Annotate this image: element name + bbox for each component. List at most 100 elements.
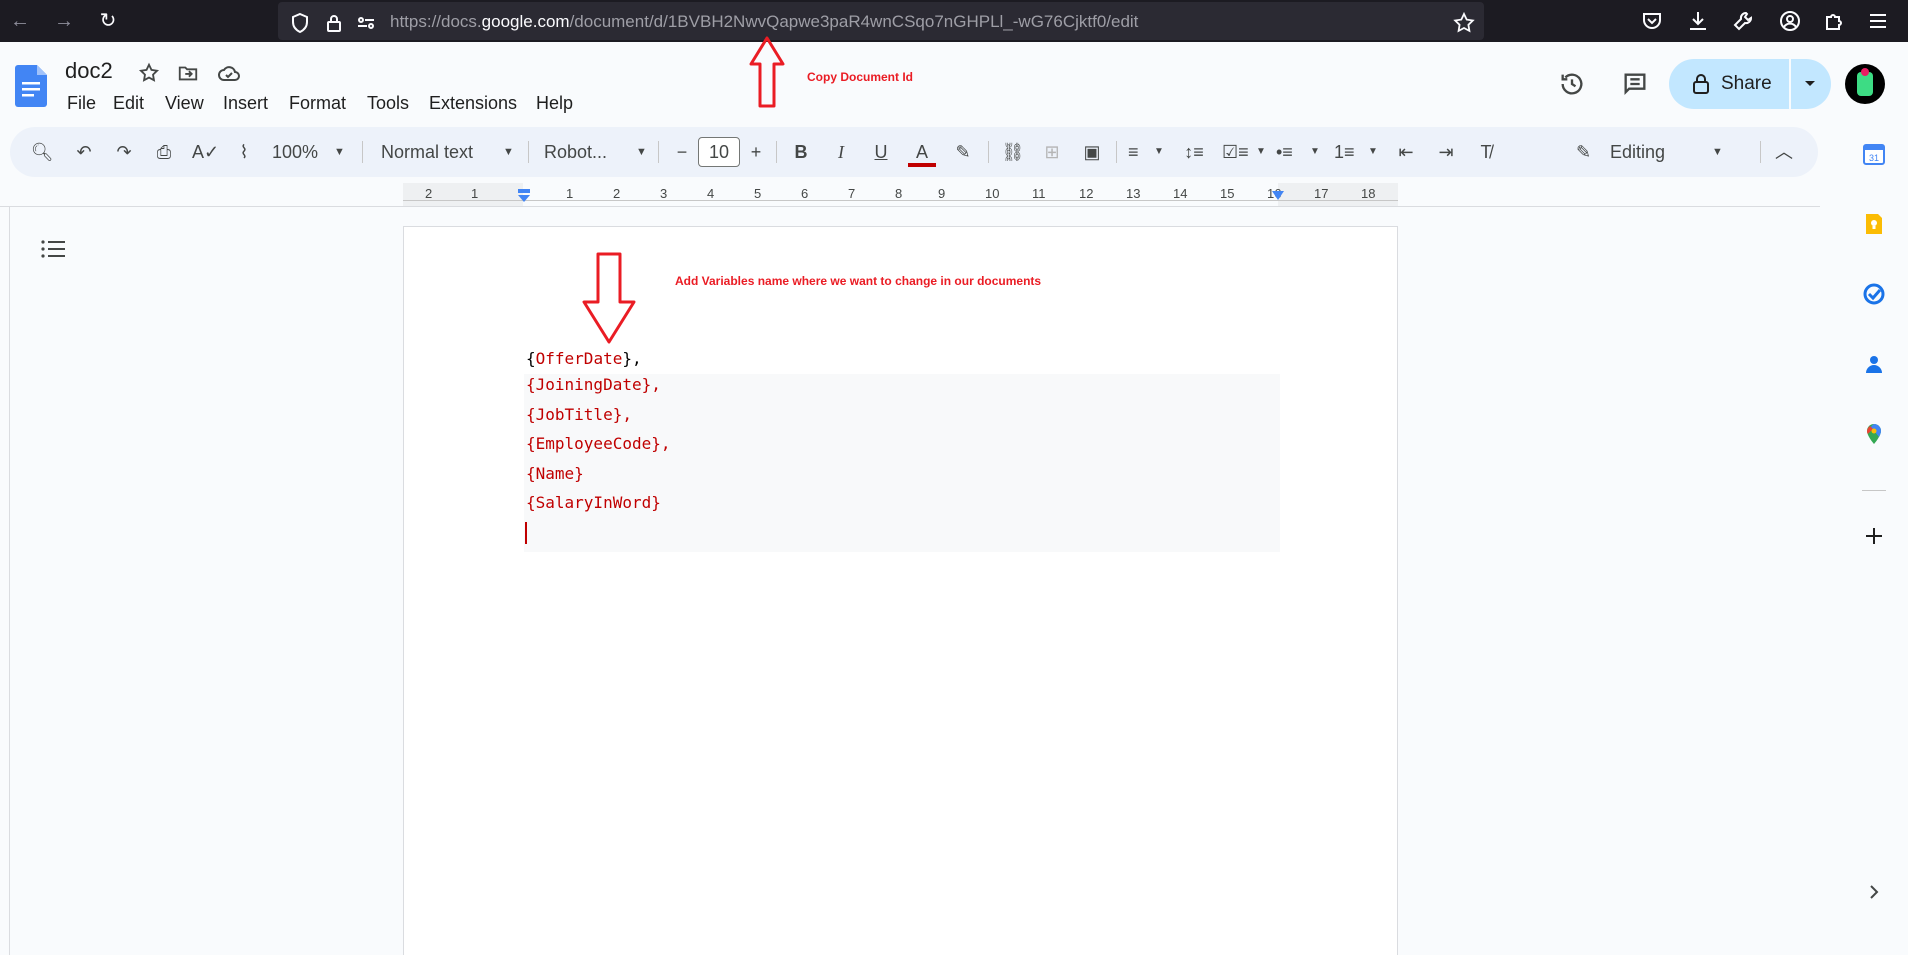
address-bar[interactable]: https://docs.google.com/document/d/1BVBH… — [278, 2, 1484, 40]
account-icon[interactable] — [1778, 9, 1802, 33]
chevron-right-icon[interactable] — [1864, 882, 1884, 902]
url-text[interactable]: https://docs.google.com/document/d/1BVBH… — [390, 12, 1138, 32]
docs-logo-icon[interactable] — [15, 65, 47, 107]
pocket-icon[interactable] — [1640, 9, 1664, 33]
joining-date-line[interactable]: {JoiningDate}, — [526, 375, 661, 394]
side-panel: 31 — [1820, 122, 1908, 955]
download-icon[interactable] — [1686, 9, 1710, 33]
paint-format-icon[interactable]: ⌇ — [232, 139, 256, 165]
chevron-down-icon: ▼ — [1310, 146, 1320, 157]
style-value: Normal text — [381, 142, 474, 162]
menu-insert[interactable]: Insert — [223, 93, 268, 114]
undo-icon[interactable]: ↶ — [72, 139, 96, 165]
menu-extensions[interactable]: Extensions — [429, 93, 517, 114]
line-spacing-icon[interactable]: ↕≡ — [1182, 139, 1206, 165]
lock-icon[interactable] — [322, 11, 346, 35]
ruler-label: 11 — [1032, 186, 1046, 201]
menu-format[interactable]: Format — [289, 93, 346, 114]
forward-arrow-icon[interactable]: → — [52, 9, 76, 33]
cloud-saved-icon[interactable] — [217, 62, 241, 84]
bold-icon[interactable]: B — [789, 139, 813, 165]
document-title[interactable]: doc2 — [65, 58, 113, 84]
brace-close: }, — [622, 349, 642, 368]
align-icon[interactable]: ≡ ▼ — [1128, 139, 1168, 165]
clear-formatting-icon[interactable]: T̸ — [1474, 139, 1498, 165]
menu-view[interactable]: View — [165, 93, 204, 114]
ruler[interactable]: 2 1 1 2 3 4 5 6 7 8 9 10 11 12 13 14 15 … — [0, 183, 1820, 207]
chevron-down-icon: ▼ — [503, 146, 514, 158]
calendar-icon[interactable]: 31 — [1862, 142, 1886, 166]
extensions-icon[interactable] — [1822, 9, 1846, 33]
highlight-color-icon[interactable]: ✎ — [951, 139, 975, 165]
move-folder-icon[interactable] — [177, 62, 199, 84]
numbered-list-icon[interactable]: 1≡ ▼ — [1334, 139, 1380, 165]
increase-font-size-icon[interactable]: + — [744, 139, 768, 165]
decrease-font-size-icon[interactable]: − — [670, 139, 694, 165]
insert-link-icon[interactable]: ⛓ — [1000, 139, 1026, 165]
separator — [362, 141, 363, 163]
wrench-icon[interactable] — [1732, 9, 1756, 33]
avatar[interactable] — [1845, 64, 1885, 104]
star-icon[interactable] — [138, 62, 160, 84]
document-page[interactable]: {OfferDate}, {JoiningDate}, {JobTitle}, … — [403, 226, 1398, 955]
back-arrow-icon[interactable]: ← — [8, 9, 32, 33]
menu-edit[interactable]: Edit — [113, 93, 144, 114]
chevron-down-icon: ▼ — [1154, 146, 1164, 157]
menu-tools[interactable]: Tools — [367, 93, 409, 114]
menu-file[interactable]: File — [67, 93, 96, 114]
zoom-select[interactable]: 100% ▼ — [272, 139, 350, 165]
tasks-icon[interactable] — [1862, 282, 1886, 306]
version-history-icon[interactable] — [1558, 70, 1586, 98]
share-dropdown-button[interactable] — [1791, 59, 1831, 109]
insert-image-icon[interactable]: ▣ — [1080, 139, 1104, 165]
maps-icon[interactable] — [1862, 422, 1886, 446]
name-line[interactable]: {Name} — [526, 464, 584, 483]
reload-icon[interactable]: ↻ — [96, 9, 120, 33]
ruler-label: 12 — [1079, 186, 1094, 201]
search-menus-icon[interactable]: 🔍︎ — [30, 139, 54, 165]
chevron-down-icon: ▼ — [1368, 146, 1378, 157]
job-title-line[interactable]: {JobTitle}, — [526, 405, 632, 424]
font-size-input[interactable]: 10 — [698, 137, 740, 167]
bookmark-star-icon[interactable] — [1452, 11, 1476, 35]
browser-toolbar: ← → ↻ https://docs.google.com/document/d… — [0, 0, 1908, 42]
style-select[interactable]: Normal text ▼ — [381, 139, 517, 165]
left-indent-marker-icon[interactable] — [517, 189, 531, 203]
decrease-indent-icon[interactable]: ⇤ — [1394, 139, 1418, 165]
right-indent-marker-icon[interactable] — [1272, 191, 1284, 201]
print-icon[interactable]: ⎙ — [152, 139, 176, 165]
ruler-label: 6 — [801, 186, 809, 201]
spellcheck-icon[interactable]: A✓ — [192, 139, 219, 165]
offer-date-line[interactable]: {OfferDate}, — [526, 349, 642, 368]
separator — [528, 141, 529, 163]
pencil-icon: ✎ — [1576, 142, 1592, 162]
add-icon[interactable] — [1862, 524, 1886, 548]
employee-code-line[interactable]: {EmployeeCode}, — [526, 434, 671, 453]
text-color-icon[interactable]: A — [908, 139, 936, 167]
italic-icon[interactable]: I — [829, 139, 853, 165]
redo-icon[interactable]: ↷ — [112, 139, 136, 165]
shield-icon[interactable] — [288, 11, 312, 35]
separator — [1760, 141, 1761, 163]
permissions-icon[interactable] — [354, 11, 378, 35]
add-comment-icon[interactable]: ⊞ — [1040, 139, 1064, 165]
separator — [658, 141, 659, 163]
checklist-icon[interactable]: ☑≡ ▼ — [1222, 139, 1268, 165]
comments-icon[interactable] — [1621, 70, 1649, 98]
chevron-up-icon[interactable]: ︿ — [1772, 139, 1796, 165]
increase-indent-icon[interactable]: ⇥ — [1434, 139, 1458, 165]
keep-icon[interactable] — [1862, 212, 1886, 236]
menu-help[interactable]: Help — [536, 93, 573, 114]
salary-in-word-line[interactable]: {SalaryInWord} — [526, 493, 661, 512]
ruler-label: 14 — [1173, 186, 1188, 201]
share-button[interactable]: Share — [1669, 59, 1789, 109]
underline-icon[interactable]: U — [869, 139, 893, 165]
document-outline-icon[interactable] — [40, 237, 66, 261]
editing-mode-select[interactable]: ✎ Editing ▼ — [1576, 139, 1726, 165]
chevron-down-icon: ▼ — [334, 146, 345, 158]
menu-icon[interactable] — [1866, 9, 1890, 33]
bulleted-list-icon[interactable]: •≡ ▼ — [1276, 139, 1322, 165]
font-select[interactable]: Robot... ▼ — [544, 139, 654, 165]
contacts-icon[interactable] — [1862, 352, 1886, 376]
font-value: Robot... — [544, 142, 608, 162]
